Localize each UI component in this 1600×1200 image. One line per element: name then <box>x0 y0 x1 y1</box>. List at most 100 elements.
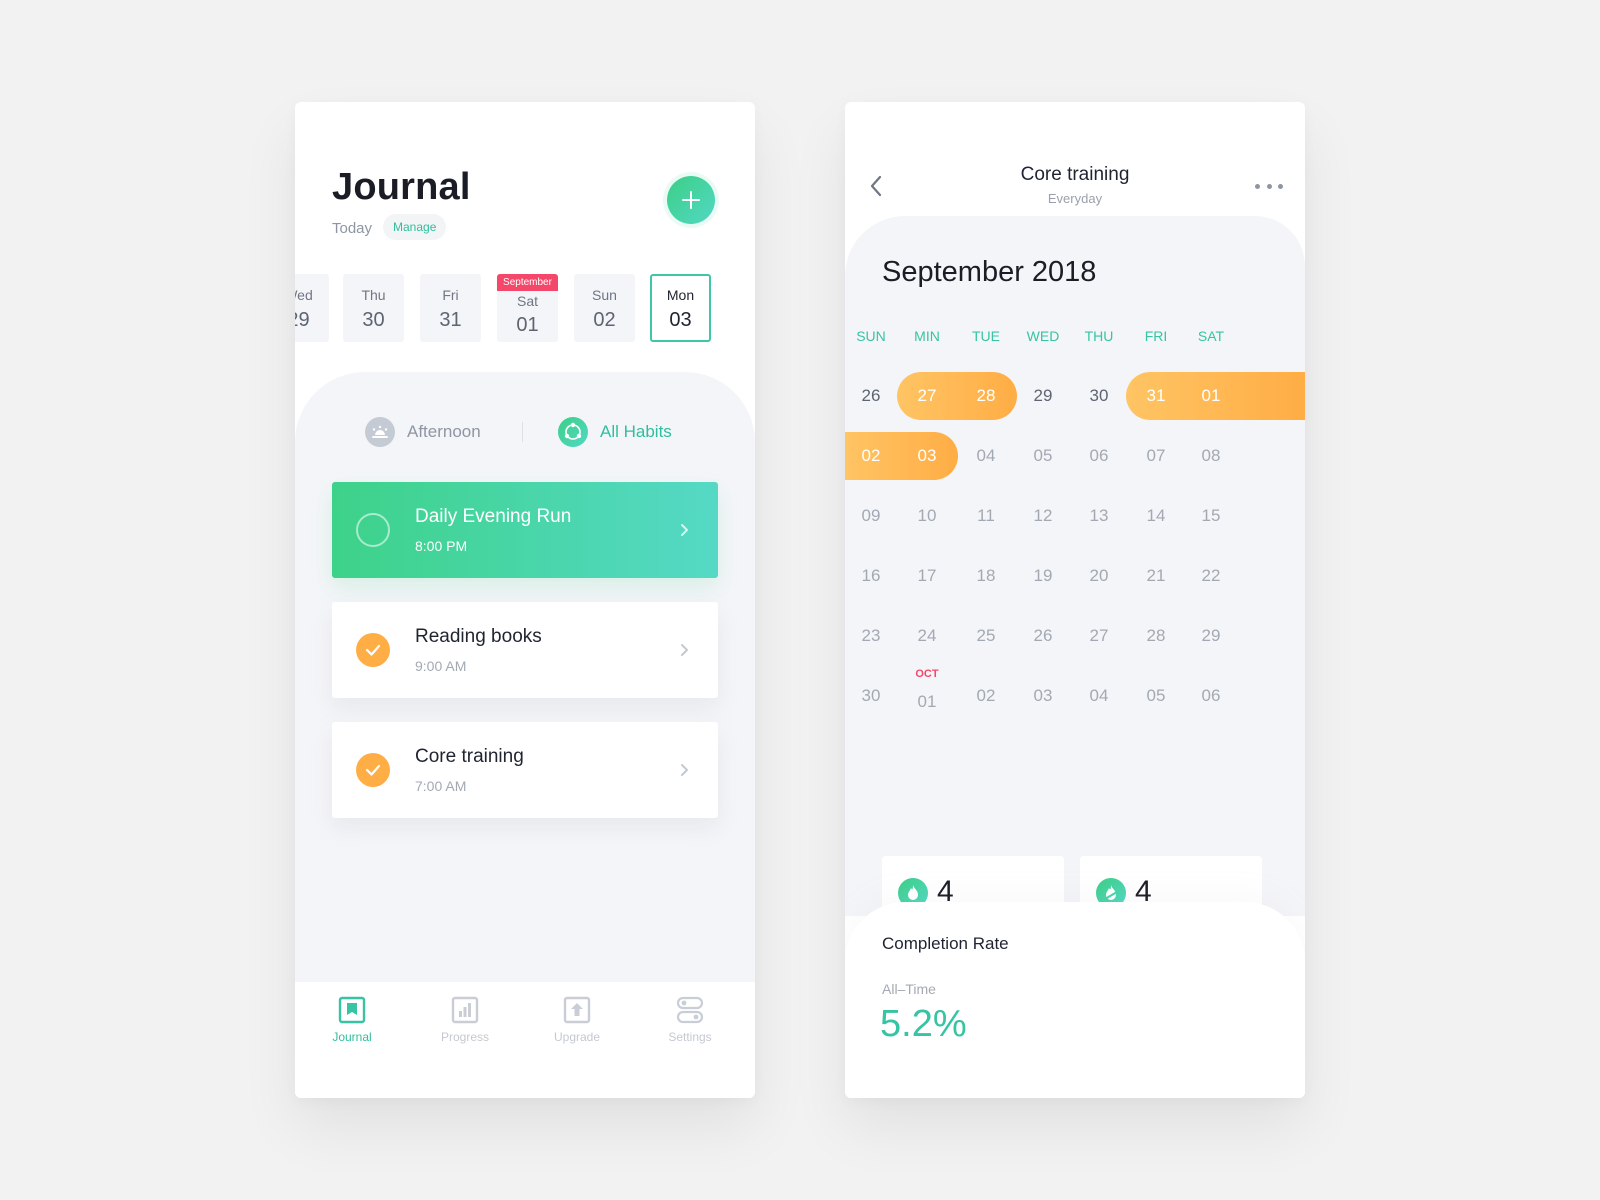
habit-detail-screen: Core training Everyday September 2018 SU… <box>845 102 1305 1098</box>
date-dow: Thu <box>361 287 386 303</box>
calendar-day[interactable]: 03 <box>1015 672 1071 720</box>
calendar-day[interactable]: 06 <box>1183 672 1239 720</box>
calendar-day[interactable]: 04 <box>958 432 1014 480</box>
calendar-day[interactable]: 24 <box>899 612 955 660</box>
calendar-day[interactable]: 27 <box>1071 612 1127 660</box>
calendar-day[interactable]: 13 <box>1071 492 1127 540</box>
calendar-day[interactable]: 25 <box>958 612 1014 660</box>
date-num: 01 <box>516 314 539 336</box>
calendar-day[interactable]: 15 <box>1183 492 1239 540</box>
calendar-day[interactable]: 28 <box>1128 612 1184 660</box>
date-cell[interactable]: Sun 02 <box>574 274 635 342</box>
calendar-day[interactable]: 21 <box>1128 552 1184 600</box>
calendar-month-title: September 2018 <box>882 256 1097 288</box>
calendar-day[interactable]: 09 <box>845 492 899 540</box>
journal-screen: Journal Today Manage Wed 29 Thu 30 Fri 3… <box>295 102 755 1098</box>
chevron-right-icon <box>681 764 688 776</box>
calendar-day[interactable]: 30 <box>845 672 899 720</box>
calendar-day[interactable]: 03 <box>899 432 955 480</box>
filter-all-habits[interactable]: All Habits <box>558 416 672 448</box>
calendar-day[interactable]: 01 <box>899 678 955 726</box>
calendar-week-row: 16 17 18 19 20 21 22 <box>845 552 1305 600</box>
habit-card[interactable]: Core training 7:00 AM <box>332 722 718 818</box>
more-options-button[interactable] <box>1255 182 1283 190</box>
chevron-right-icon <box>681 524 688 536</box>
date-strip[interactable]: Wed 29 Thu 30 Fri 31 September Sat 01 Su… <box>295 274 755 344</box>
filter-afternoon[interactable]: Afternoon <box>365 416 481 448</box>
toggle-icon <box>676 996 704 1024</box>
date-dow: Sat <box>516 293 538 309</box>
calendar-week-row: 09 10 11 12 13 14 15 <box>845 492 1305 540</box>
manage-button[interactable]: Manage <box>383 214 447 240</box>
date-dow: Mon <box>666 287 695 303</box>
habit-time: 9:00 AM <box>415 658 467 674</box>
habit-card[interactable]: Daily Evening Run 8:00 PM <box>332 482 718 578</box>
upload-icon <box>563 996 591 1024</box>
calendar-day[interactable]: 02 <box>958 672 1014 720</box>
date-cell[interactable]: Fri 31 <box>420 274 481 342</box>
calendar-day[interactable]: 26 <box>1015 612 1071 660</box>
today-label: Today <box>332 220 373 237</box>
next-month-tag: OCT <box>915 668 939 680</box>
calendar-day[interactable]: 30 <box>1071 372 1127 420</box>
tab-settings[interactable]: Settings <box>645 996 735 1044</box>
tab-label: Settings <box>668 1030 712 1044</box>
calendar-day[interactable]: 07 <box>1128 432 1184 480</box>
date-cell[interactable]: Wed 29 <box>295 274 329 342</box>
check-circle-icon[interactable] <box>356 753 390 787</box>
date-num: 31 <box>439 309 462 331</box>
filter-all-habits-label: All Habits <box>600 422 672 441</box>
date-dow: Wed <box>295 287 313 303</box>
calendar-day[interactable]: 28 <box>958 372 1014 420</box>
calendar-day[interactable]: 27 <box>899 372 955 420</box>
weekday-label: SAT <box>1197 328 1225 344</box>
tab-progress[interactable]: Progress <box>420 996 510 1044</box>
weekday-label: THU <box>1084 328 1114 344</box>
calendar-day[interactable]: 11 <box>958 492 1014 540</box>
add-habit-button[interactable] <box>667 176 715 224</box>
calendar-day[interactable]: 18 <box>958 552 1014 600</box>
calendar-day[interactable]: 05 <box>1015 432 1071 480</box>
calendar-day[interactable]: 22 <box>1183 552 1239 600</box>
calendar-day[interactable]: 29 <box>1183 612 1239 660</box>
tab-journal[interactable]: Journal <box>307 996 397 1044</box>
calendar-day[interactable]: 12 <box>1015 492 1071 540</box>
check-circle-icon[interactable] <box>356 633 390 667</box>
calendar-week-row: 02 03 04 05 06 07 08 <box>845 432 1305 480</box>
habit-list-area: Afternoon All Habits Daily Evening Run 8… <box>295 372 755 982</box>
completion-rate-panel: Completion Rate All–Time 5.2% <box>845 902 1305 1098</box>
calendar-day[interactable]: 23 <box>845 612 899 660</box>
tab-upgrade[interactable]: Upgrade <box>532 996 622 1044</box>
bar-chart-icon <box>451 996 479 1024</box>
date-cell[interactable]: September Sat 01 <box>497 274 558 342</box>
completion-value: 5.2% <box>880 1003 967 1045</box>
calendar-day[interactable]: 17 <box>899 552 955 600</box>
calendar-day[interactable]: 16 <box>845 552 899 600</box>
calendar-day[interactable]: 04 <box>1071 672 1127 720</box>
calendar-day[interactable]: 10 <box>899 492 955 540</box>
calendar-day[interactable]: 31 <box>1128 372 1184 420</box>
calendar-day[interactable]: 06 <box>1071 432 1127 480</box>
calendar-day[interactable]: 29 <box>1015 372 1071 420</box>
calendar-day[interactable]: 08 <box>1183 432 1239 480</box>
calendar-day[interactable]: 01 <box>1183 372 1239 420</box>
incomplete-circle-icon[interactable] <box>356 513 390 547</box>
calendar-day[interactable]: 20 <box>1071 552 1127 600</box>
calendar-day[interactable]: 05 <box>1128 672 1184 720</box>
calendar-day[interactable]: 02 <box>845 432 899 480</box>
tab-label: Progress <box>440 1030 490 1044</box>
weekday-label: WED <box>1026 328 1060 344</box>
habit-name: Core training <box>415 746 524 767</box>
habit-card[interactable]: Reading books 9:00 AM <box>332 602 718 698</box>
calendar-day[interactable]: 19 <box>1015 552 1071 600</box>
habit-time: 7:00 AM <box>415 778 467 794</box>
calendar-day[interactable]: 14 <box>1128 492 1184 540</box>
date-num: 29 <box>295 309 310 331</box>
date-cell[interactable]: Thu 30 <box>343 274 404 342</box>
weekday-header: SUN MIN TUE WED THU FRI SAT <box>845 328 1305 348</box>
date-dow: Sun <box>592 287 617 303</box>
month-tag: September <box>497 274 558 291</box>
date-cell-selected[interactable]: Mon 03 <box>650 274 711 342</box>
filter-afternoon-label: Afternoon <box>407 422 481 441</box>
calendar-day[interactable]: 26 <box>845 372 899 420</box>
